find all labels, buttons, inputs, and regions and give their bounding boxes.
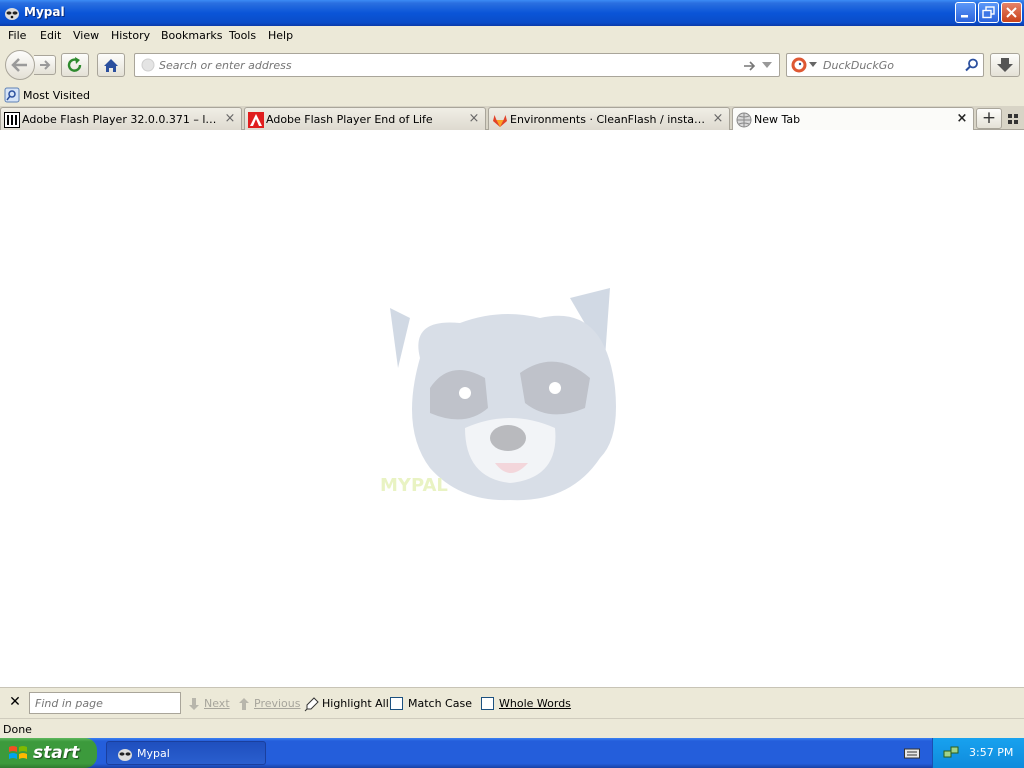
highlighter-icon [304,697,319,712]
back-arrow-icon [11,58,27,72]
menu-help[interactable]: Help [268,29,293,42]
window-title: Mypal [24,5,65,19]
mypal-app-icon [5,8,19,20]
download-icon [997,58,1013,72]
downloads-button[interactable] [990,53,1020,77]
reload-icon [67,57,82,72]
find-next-button[interactable]: Next [186,696,232,712]
find-input[interactable] [29,692,181,714]
tab-cleanflash-environments[interactable]: Environments · CleanFlash / installer · … [488,107,730,130]
bookmarks-toolbar: Most Visited [0,84,1024,106]
menu-edit[interactable]: Edit [40,29,61,42]
find-bar: ✕ Next Previous Highlight All Match Case… [0,687,1024,718]
bookmark-label: Most Visited [23,89,90,102]
minimize-button[interactable] [955,2,976,23]
page-identity-icon [141,58,155,72]
bookmark-most-visited[interactable]: Most Visited [4,87,90,103]
mypal-app-icon [118,749,132,761]
menu-tools[interactable]: Tools [229,29,256,42]
menu-view[interactable]: View [73,29,99,42]
back-button[interactable] [5,50,35,80]
home-button[interactable] [97,53,125,77]
arrow-down-icon [189,698,199,710]
page-content: MYPAL [0,130,1024,687]
tab-new-tab[interactable]: New Tab × [732,107,974,131]
highlight-all-button[interactable]: Highlight All [304,696,389,712]
navigation-toolbar [0,46,1024,84]
tab-strip: Adobe Flash Player 32.0.0.371 – latest… … [0,106,1024,131]
address-bar[interactable] [134,53,780,77]
find-previous-button[interactable]: Previous [236,696,301,712]
list-all-tabs-icon[interactable] [1005,111,1021,127]
archive-icon [4,112,20,128]
find-previous-label: Previous [254,697,301,710]
menu-history[interactable]: History [111,29,150,42]
duckduckgo-icon[interactable] [791,57,807,73]
tab-adobe-flash-archive[interactable]: Adobe Flash Player 32.0.0.371 – latest… … [0,107,242,130]
forward-arrow-icon [40,60,51,70]
tab-close-button[interactable]: × [710,111,726,127]
adobe-icon [248,112,264,128]
gitlab-icon [493,115,507,127]
tab-close-button[interactable]: × [954,111,970,127]
new-tab-button[interactable]: + [976,108,1002,129]
find-next-label: Next [204,697,230,710]
menu-bookmarks[interactable]: Bookmarks [161,29,222,42]
globe-icon [736,112,752,128]
highlight-all-label: Highlight All [322,697,389,710]
menu-file[interactable]: File [8,29,26,42]
search-bar[interactable] [786,53,984,77]
start-button[interactable]: start [0,738,97,768]
tab-label: Adobe Flash Player 32.0.0.371 – latest… [22,113,218,126]
minimize-icon [961,15,968,18]
title-bar: Mypal [0,0,1024,26]
tab-label: Adobe Flash Player End of Life [266,113,433,126]
smart-bookmark-folder-icon [4,87,20,103]
close-icon [1006,7,1017,18]
restore-button[interactable] [978,2,999,23]
whole-words-label: Whole Words [499,697,571,710]
menu-bar: File Edit View History Bookmarks Tools H… [0,26,1024,46]
home-icon [104,59,118,72]
tab-label: New Tab [754,113,801,126]
windows-logo-icon [9,746,27,759]
tab-close-button[interactable]: × [222,111,238,127]
match-case-label: Match Case [408,697,472,710]
tab-label: Environments · CleanFlash / installer · … [510,113,706,126]
close-window-button[interactable] [1001,2,1022,23]
forward-button[interactable] [34,55,56,75]
reload-button[interactable] [61,53,89,77]
match-case-checkbox[interactable]: Match Case [390,696,472,712]
taskbar-item-label: Mypal [137,747,170,760]
taskbar-item-mypal[interactable]: Mypal [106,741,266,765]
arrow-up-icon [239,698,249,710]
find-bar-close-icon[interactable]: ✕ [8,695,22,709]
match-case-check-box[interactable] [390,697,403,710]
status-bar: Done [0,718,1024,738]
system-tray: 3:57 PM [932,738,1024,768]
address-input[interactable] [159,58,729,72]
tab-adobe-flash-eol[interactable]: Adobe Flash Player End of Life × [244,107,486,130]
keyboard-icon[interactable] [904,746,920,760]
search-input[interactable] [823,58,959,72]
status-text: Done [3,723,32,736]
search-icon[interactable] [965,58,979,72]
whole-words-check-box[interactable] [481,697,494,710]
go-arrow-icon[interactable] [741,58,757,74]
engine-dropdown-icon[interactable] [809,62,817,68]
raccoon-mascot-logo: MYPAL [380,288,616,501]
whole-words-checkbox[interactable]: Whole Words [481,696,571,712]
plus-icon: + [981,108,997,128]
taskbar: start Mypal 3:57 PM [0,738,1024,768]
history-dropdown-icon[interactable] [761,60,773,70]
clock[interactable]: 3:57 PM [969,746,1013,759]
restore-icon [982,6,995,19]
mypal-watermark-text: MYPAL [380,475,448,496]
network-icon[interactable] [943,745,959,761]
tab-close-button[interactable]: × [466,111,482,127]
start-label: start [33,743,80,763]
